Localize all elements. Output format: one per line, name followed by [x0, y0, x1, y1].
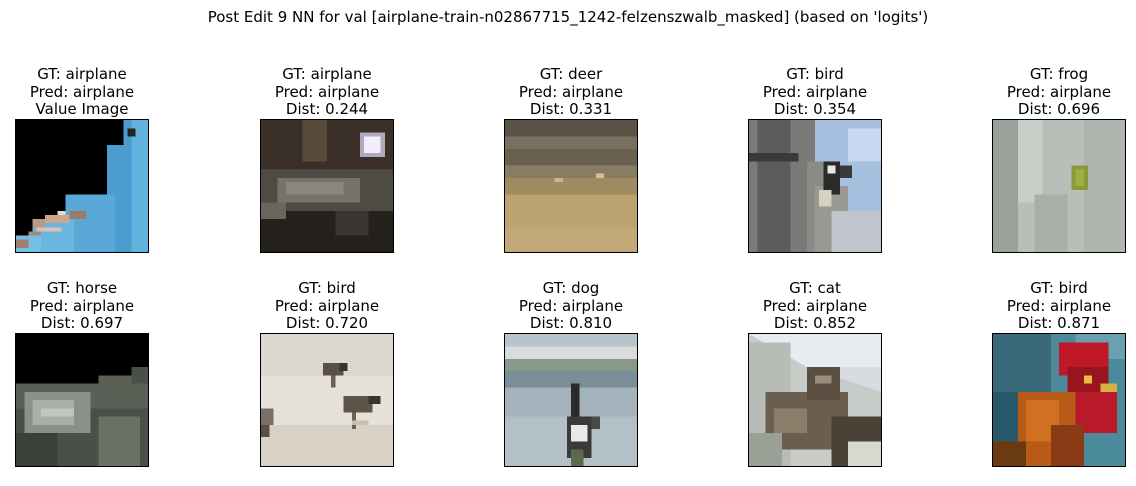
pred-label: Pred: airplane — [1006, 82, 1112, 101]
dist-label: Dist: 0.244 — [285, 100, 369, 118]
cat-house-thumbnail — [748, 332, 882, 467]
dog-water-thumbnail — [504, 332, 638, 467]
panel-1: GT: airplane Pred: airplane Value Image — [0, 65, 177, 253]
figure-title: Post Edit 9 NN for val [airplane-train-n… — [207, 8, 929, 26]
dist-label: Dist: 0.720 — [285, 314, 369, 332]
dist-label: Dist: 0.697 — [40, 314, 124, 332]
field-deer-thumbnail — [504, 118, 638, 253]
panel-4: GT: bird Pred: airplane Dist: 0.354 — [720, 65, 910, 253]
pred-label: Pred: airplane — [29, 296, 135, 315]
masked-horse-thumbnail — [15, 332, 149, 467]
value-image-label: Value Image — [35, 100, 129, 118]
dist-label: Dist: 0.810 — [529, 314, 613, 332]
pred-label: Pred: airplane — [518, 296, 624, 315]
panel-10: GT: bird Pred: airplane Dist: 0.871 — [964, 279, 1136, 467]
panel-2: GT: airplane Pred: airplane Dist: 0.244 — [232, 65, 422, 253]
pred-label: Pred: airplane — [1006, 296, 1112, 315]
dist-label: Dist: 0.354 — [773, 100, 857, 118]
night-street-thumbnail — [260, 118, 394, 253]
gt-label: GT: airplane — [282, 65, 372, 83]
gt-label: GT: bird — [1030, 279, 1088, 297]
pred-label: Pred: airplane — [762, 296, 868, 315]
dist-label: Dist: 0.331 — [529, 100, 613, 118]
pred-label: Pred: airplane — [762, 82, 868, 101]
gt-label: GT: dog — [542, 279, 600, 297]
pred-label: Pred: airplane — [274, 82, 380, 101]
panel-7: GT: bird Pred: airplane Dist: 0.720 — [232, 279, 422, 467]
masked-airplane-thumbnail — [15, 118, 149, 253]
green-frog-thumbnail — [992, 118, 1126, 253]
gt-label: GT: bird — [298, 279, 356, 297]
panel-9: GT: cat Pred: airplane Dist: 0.852 — [720, 279, 910, 467]
panel-5: GT: frog Pred: airplane Dist: 0.696 — [964, 65, 1136, 253]
sandpipers-beach-thumbnail — [260, 332, 394, 467]
gt-label: GT: deer — [539, 65, 603, 83]
dist-label: Dist: 0.852 — [773, 314, 857, 332]
dist-label: Dist: 0.696 — [1017, 100, 1101, 118]
gt-label: GT: horse — [46, 279, 118, 297]
woodpecker-tree-thumbnail — [748, 118, 882, 253]
panel-3: GT: deer Pred: airplane Dist: 0.331 — [476, 65, 666, 253]
pred-label: Pred: airplane — [29, 82, 135, 101]
pred-label: Pred: airplane — [518, 82, 624, 101]
rooster-thumbnail — [992, 332, 1126, 467]
gt-label: GT: airplane — [37, 65, 127, 83]
gt-label: GT: frog — [1029, 65, 1089, 83]
panel-8: GT: dog Pred: airplane Dist: 0.810 — [476, 279, 666, 467]
panel-6: GT: horse Pred: airplane Dist: 0.697 — [0, 279, 177, 467]
gt-label: GT: bird — [786, 65, 844, 83]
dist-label: Dist: 0.871 — [1017, 314, 1101, 332]
gt-label: GT: cat — [789, 279, 841, 297]
pred-label: Pred: airplane — [274, 296, 380, 315]
